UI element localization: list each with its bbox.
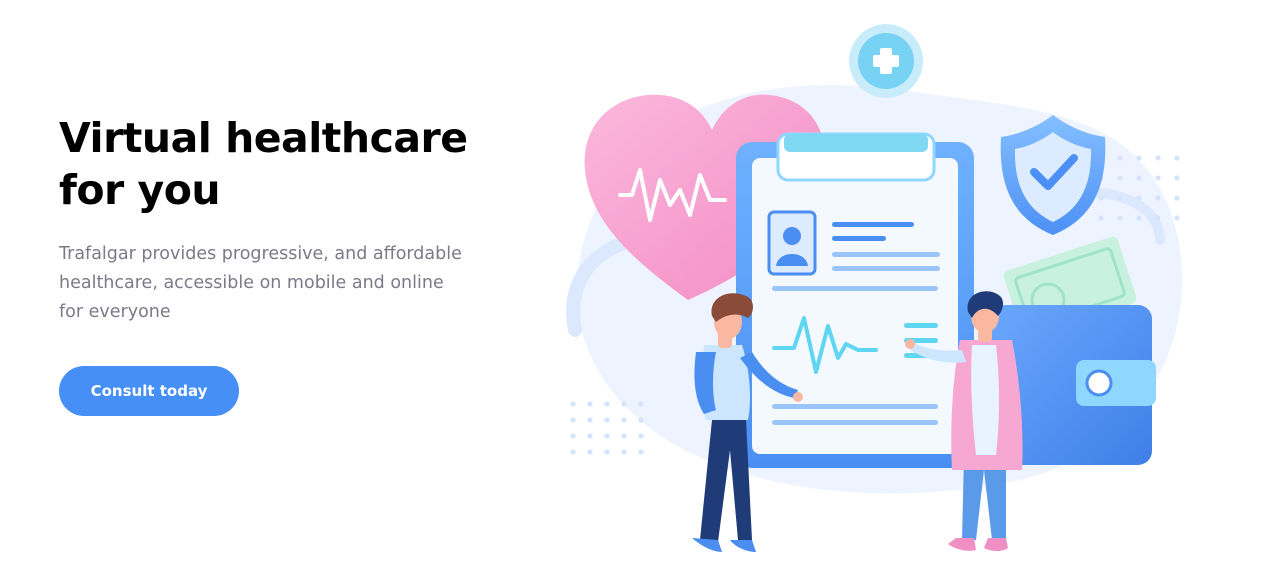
hero-description-line-2: healthcare, accessible on mobile and onl… <box>59 273 444 293</box>
hero-title-line-2: for you <box>59 166 221 214</box>
hero-title: Virtual healthcare for you <box>59 112 489 216</box>
hero-text-block: Virtual healthcare for you Trafalgar pro… <box>59 112 489 327</box>
healthcare-illustration <box>566 24 1183 552</box>
hero-description-line-3: for everyone <box>59 302 171 322</box>
hero-title-line-1: Virtual healthcare <box>59 114 468 162</box>
consult-today-button[interactable]: Consult today <box>59 366 239 416</box>
hero-description: Trafalgar provides progressive, and affo… <box>59 240 489 327</box>
plus-circle-icon <box>849 24 923 98</box>
clipboard-icon <box>736 132 974 468</box>
hero-description-line-1: Trafalgar provides progressive, and affo… <box>59 244 462 264</box>
